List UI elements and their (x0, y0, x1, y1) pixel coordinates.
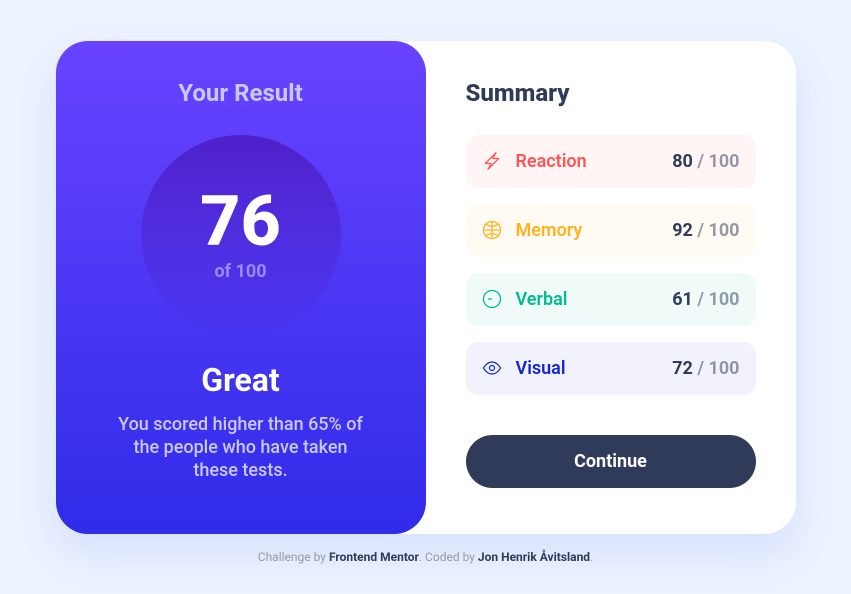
brain-icon (482, 220, 502, 240)
attribution-link-frontend-mentor[interactable]: Frontend Mentor (329, 550, 419, 564)
summary-items: Reaction 80 / 100 Memory 92 / 100 (466, 135, 756, 395)
summary-item-score: 80 / 100 (672, 151, 739, 172)
rating-label: Great (201, 361, 279, 399)
score-value: 72 (672, 358, 693, 379)
chat-icon (482, 289, 502, 309)
score-circle: 76 of 100 (141, 135, 341, 335)
score-max: / 100 (697, 358, 739, 379)
summary-item-reaction: Reaction 80 / 100 (466, 135, 756, 188)
summary-item-label: Reaction (516, 151, 673, 172)
summary-item-verbal: Verbal 61 / 100 (466, 273, 756, 326)
score-of-label: of 100 (214, 261, 266, 282)
eye-icon (482, 358, 502, 378)
result-panel: Your Result 76 of 100 Great You scored h… (56, 41, 426, 534)
summary-item-label: Visual (516, 358, 673, 379)
summary-item-score: 72 / 100 (672, 358, 739, 379)
score-value: 76 (200, 187, 281, 257)
bolt-icon (482, 151, 502, 171)
summary-panel: Summary Reaction 80 / 100 (426, 41, 796, 534)
summary-item-score: 61 / 100 (672, 289, 739, 310)
results-card: Your Result 76 of 100 Great You scored h… (56, 41, 796, 534)
score-value: 80 (672, 151, 693, 172)
summary-item-memory: Memory 92 / 100 (466, 204, 756, 257)
attribution-link-author[interactable]: Jon Henrik Åvitsland (478, 550, 590, 564)
summary-item-visual: Visual 72 / 100 (466, 342, 756, 395)
summary-item-label: Memory (516, 220, 673, 241)
summary-item-label: Verbal (516, 289, 673, 310)
summary-item-score: 92 / 100 (672, 220, 739, 241)
summary-title: Summary (466, 79, 756, 107)
result-title: Your Result (178, 79, 302, 107)
attribution-suffix: . (590, 550, 593, 564)
attribution-middle: . Coded by (419, 550, 478, 564)
attribution: Challenge by Frontend Mentor. Coded by J… (258, 550, 593, 564)
continue-button[interactable]: Continue (466, 435, 756, 488)
result-description: You scored higher than 65% of the people… (110, 413, 372, 483)
attribution-prefix: Challenge by (258, 550, 329, 564)
score-value: 92 (672, 220, 693, 241)
score-max: / 100 (697, 220, 739, 241)
score-max: / 100 (697, 289, 739, 310)
score-max: / 100 (697, 151, 739, 172)
score-value: 61 (672, 289, 693, 310)
